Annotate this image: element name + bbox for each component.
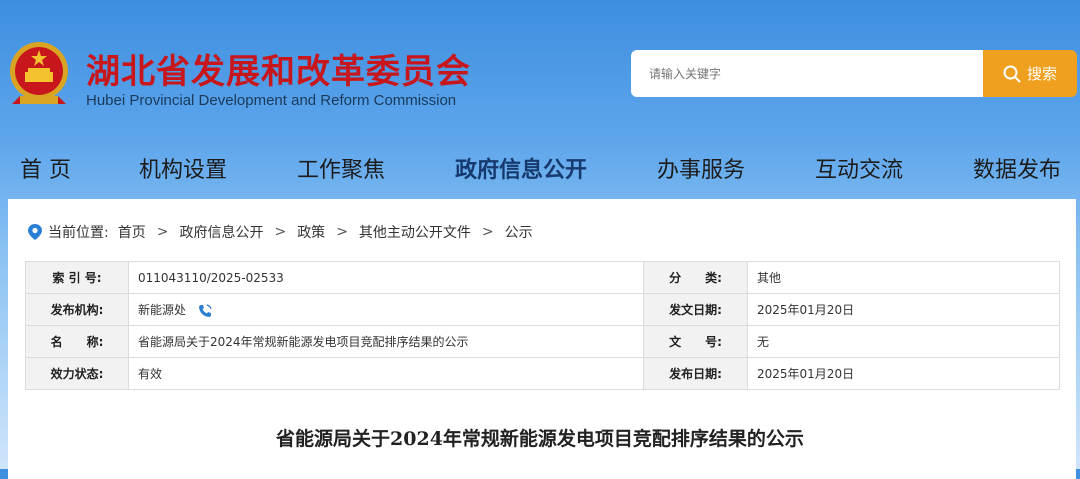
site-subtitle: Hubei Provincial Development and Reform … xyxy=(86,92,457,109)
breadcrumb-gov-info[interactable]: 政府信息公开 xyxy=(179,222,263,242)
doc-no-value: 无 xyxy=(747,325,1060,358)
doc-no-label: 文 号: xyxy=(643,325,748,358)
table-row: 效力状态: 有效 发布日期: 2025年01月20日 xyxy=(25,357,1060,390)
nav-item-organization[interactable]: 机构设置 xyxy=(139,152,227,184)
breadcrumb-separator: > xyxy=(156,224,169,240)
category-label: 分 类: xyxy=(643,261,748,294)
breadcrumb-policy[interactable]: 政策 xyxy=(297,222,325,242)
nav-item-gov-info[interactable]: 政府信息公开 xyxy=(455,152,587,184)
breadcrumb-home[interactable]: 首页 xyxy=(118,222,146,242)
national-emblem-icon[interactable] xyxy=(8,38,70,108)
publisher-cell: 新能源处 xyxy=(128,293,644,326)
nav-item-work-focus[interactable]: 工作聚焦 xyxy=(297,152,385,184)
index-no-label: 索 引 号: xyxy=(25,261,129,294)
status-value: 有效 xyxy=(128,357,644,390)
index-no-value: 011043110/2025-02533 xyxy=(128,261,644,294)
search-box xyxy=(631,50,983,97)
main-nav: 首 页 机构设置 工作聚焦 政府信息公开 办事服务 互动交流 数据发布 xyxy=(0,152,1080,196)
table-row: 名 称: 省能源局关于2024年常规新能源发电项目竞配排序结果的公示 文 号: … xyxy=(25,325,1060,358)
nav-item-home[interactable]: 首 页 xyxy=(20,152,71,184)
location-pin-icon xyxy=(28,224,42,240)
publisher-value: 新能源处 xyxy=(138,303,187,317)
nav-item-interaction[interactable]: 互动交流 xyxy=(815,152,903,184)
search-icon xyxy=(1003,65,1021,82)
publish-date-value: 2025年01月20日 xyxy=(747,357,1060,390)
breadcrumb-separator: > xyxy=(481,224,494,240)
breadcrumb: 当前位置: 首页 > 政府信息公开 > 政策 > 其他主动公开文件 > 公示 xyxy=(28,222,533,242)
doc-date-value: 2025年01月20日 xyxy=(747,293,1060,326)
phone-icon[interactable] xyxy=(198,303,212,318)
site-title: 湖北省发展和改革委员会 xyxy=(86,52,471,92)
breadcrumb-other-files[interactable]: 其他主动公开文件 xyxy=(359,222,471,242)
breadcrumb-notice[interactable]: 公示 xyxy=(505,222,533,242)
name-label: 名 称: xyxy=(25,325,129,358)
status-label: 效力状态: xyxy=(25,357,129,390)
breadcrumb-separator: > xyxy=(336,224,348,240)
breadcrumb-separator: > xyxy=(274,224,287,240)
publisher-label: 发布机构: xyxy=(25,293,129,326)
search-button[interactable]: 搜索 xyxy=(983,50,1077,97)
breadcrumb-prefix: 当前位置: xyxy=(48,225,109,241)
table-row: 索 引 号: 011043110/2025-02533 分 类: 其他 xyxy=(25,261,1060,294)
name-value: 省能源局关于2024年常规新能源发电项目竞配排序结果的公示 xyxy=(128,325,644,358)
category-value: 其他 xyxy=(747,261,1060,294)
search-button-label: 搜索 xyxy=(1026,65,1057,83)
nav-item-services[interactable]: 办事服务 xyxy=(657,152,745,184)
document-title: 省能源局关于2024年常规新能源发电项目竞配排序结果的公示 xyxy=(276,428,804,450)
doc-date-label: 发文日期: xyxy=(643,293,748,326)
site-header: 湖北省发展和改革委员会 Hubei Provincial Development… xyxy=(0,0,1080,200)
document-meta-table: 索 引 号: 011043110/2025-02533 分 类: 其他 发布机构… xyxy=(25,261,1060,390)
search-input[interactable] xyxy=(631,50,961,97)
table-row: 发布机构: 新能源处 发文日期: 2025年01月20日 xyxy=(25,293,1060,326)
nav-item-data[interactable]: 数据发布 xyxy=(973,152,1061,184)
publish-date-label: 发布日期: xyxy=(643,357,748,390)
